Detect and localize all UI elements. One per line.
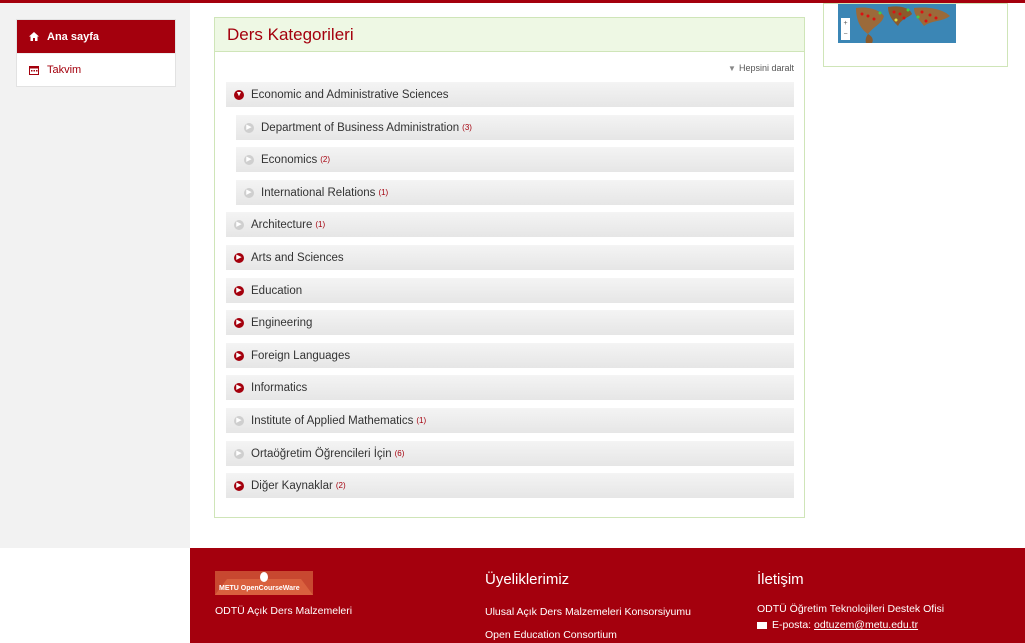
category-row[interactable]: ▶ Informatics xyxy=(226,375,794,400)
contact-heading: İletişim xyxy=(757,571,804,588)
footer: METU OpenCourseWare ODTÜ Açık Ders Malze… xyxy=(190,548,1025,643)
world-map[interactable]: + − xyxy=(838,4,956,43)
category-label[interactable]: Economics xyxy=(261,154,317,166)
calendar-icon xyxy=(29,65,43,75)
contact-email-label: E-posta: xyxy=(772,619,812,631)
category-row[interactable]: ▶ Arts and Sciences xyxy=(226,245,794,270)
contact-email-link[interactable]: odtuzem@metu.edu.tr xyxy=(814,619,918,631)
chevron-right-icon[interactable]: ▶ xyxy=(234,382,244,393)
category-label[interactable]: Economic and Administrative Sciences xyxy=(251,89,449,101)
collapse-all-link[interactable]: ▼ Hepsini daralt xyxy=(728,63,794,73)
chevron-right-icon[interactable]: ▶ xyxy=(234,480,244,491)
chevron-right-icon[interactable]: ▶ xyxy=(234,415,244,426)
sidebar-item-calendar[interactable]: Takvim xyxy=(17,53,175,86)
zoom-out-button[interactable]: − xyxy=(841,29,850,40)
category-label[interactable]: Arts and Sciences xyxy=(251,252,344,264)
sidebar-item-label: Ana sayfa xyxy=(47,30,99,43)
triangle-down-icon: ▼ xyxy=(728,63,736,73)
category-row[interactable]: ▶ Department of Business Administration (3… xyxy=(236,115,794,140)
category-row[interactable]: ▶ Architecture (1) xyxy=(226,212,794,237)
category-row[interactable]: ▶ Ortaöğretim Öğrencileri İçin (6) xyxy=(226,441,794,466)
envelope-icon xyxy=(757,621,767,629)
category-label[interactable]: Foreign Languages xyxy=(251,350,350,362)
home-icon xyxy=(29,32,43,41)
category-row[interactable]: ▶ Engineering xyxy=(226,310,794,335)
zoom-in-button[interactable]: + xyxy=(841,18,850,29)
category-row[interactable]: ▶ International Relations (1) xyxy=(236,180,794,205)
map-zoom-control: + − xyxy=(841,18,850,40)
footer-site-name: ODTÜ Açık Ders Malzemeleri xyxy=(215,605,353,617)
chevron-right-icon[interactable]: ▶ xyxy=(234,252,244,263)
category-row[interactable]: ▼ Economic and Administrative Sciences xyxy=(226,82,794,107)
course-count-badge: (2) xyxy=(335,481,346,490)
membership-link[interactable]: Open Education Consortium xyxy=(485,629,617,641)
chevron-right-icon[interactable]: ▶ xyxy=(234,219,244,230)
course-count-badge: (3) xyxy=(462,123,472,132)
chevron-right-icon[interactable]: ▶ xyxy=(244,122,254,133)
contact-email-row: E-posta: odtuzem@metu.edu.tr xyxy=(757,619,918,631)
map-widget: + − xyxy=(823,3,1008,67)
chevron-right-icon[interactable]: ▶ xyxy=(234,317,244,328)
panel-title: Ders Kategorileri xyxy=(227,24,354,44)
chevron-down-icon[interactable]: ▼ xyxy=(234,89,244,100)
category-row[interactable]: ▶ Diğer Kaynaklar (2) xyxy=(226,473,794,498)
category-label[interactable]: Informatics xyxy=(251,382,307,394)
course-count-badge: (1) xyxy=(315,220,326,229)
category-label[interactable]: Department of Business Administration xyxy=(261,122,459,134)
category-label[interactable]: Education xyxy=(251,285,302,297)
course-count-badge: (1) xyxy=(416,416,427,425)
membership-link[interactable]: Ulusal Açık Ders Malzemeleri Konsorsiyum… xyxy=(485,606,691,618)
category-row[interactable]: ▶ Foreign Languages xyxy=(226,343,794,368)
panel-header: Ders Kategorileri xyxy=(215,18,804,52)
chevron-right-icon[interactable]: ▶ xyxy=(234,448,244,459)
course-count-badge: (2) xyxy=(320,155,331,164)
category-label[interactable]: Architecture xyxy=(251,219,312,231)
logo-text: METU OpenCourseWare xyxy=(219,585,300,592)
category-label[interactable]: International Relations xyxy=(261,187,375,199)
sidebar-item-label: Takvim xyxy=(47,64,82,76)
course-count-badge: (1) xyxy=(378,188,389,197)
sidebar-menu: Ana sayfa Takvim xyxy=(16,19,176,87)
category-row[interactable]: ▶ Institute of Applied Mathematics (1) xyxy=(226,408,794,433)
collapse-all-label: Hepsini daralt xyxy=(738,63,794,73)
contact-office: ODTÜ Öğretim Teknolojileri Destek Ofisi xyxy=(757,603,945,615)
chevron-right-icon[interactable]: ▶ xyxy=(244,154,254,165)
course-count-badge: (6) xyxy=(394,449,405,458)
sidebar: Ana sayfa Takvim xyxy=(0,3,190,548)
category-label[interactable]: Diğer Kaynaklar xyxy=(251,480,333,492)
chevron-right-icon[interactable]: ▶ xyxy=(234,285,244,296)
category-row[interactable]: ▶ Economics (2) xyxy=(236,147,794,172)
metu-ocw-logo[interactable]: METU OpenCourseWare xyxy=(215,571,313,595)
category-label[interactable]: Ortaöğretim Öğrencileri İçin xyxy=(251,448,392,460)
sidebar-item-home[interactable]: Ana sayfa xyxy=(17,20,175,53)
chevron-right-icon[interactable]: ▶ xyxy=(244,187,254,198)
memberships-heading: Üyeliklerimiz xyxy=(485,571,570,588)
chevron-right-icon[interactable]: ▶ xyxy=(234,350,244,361)
category-label[interactable]: Institute of Applied Mathematics xyxy=(251,415,413,427)
category-row[interactable]: ▶ Education xyxy=(226,278,794,303)
category-label[interactable]: Engineering xyxy=(251,317,312,329)
